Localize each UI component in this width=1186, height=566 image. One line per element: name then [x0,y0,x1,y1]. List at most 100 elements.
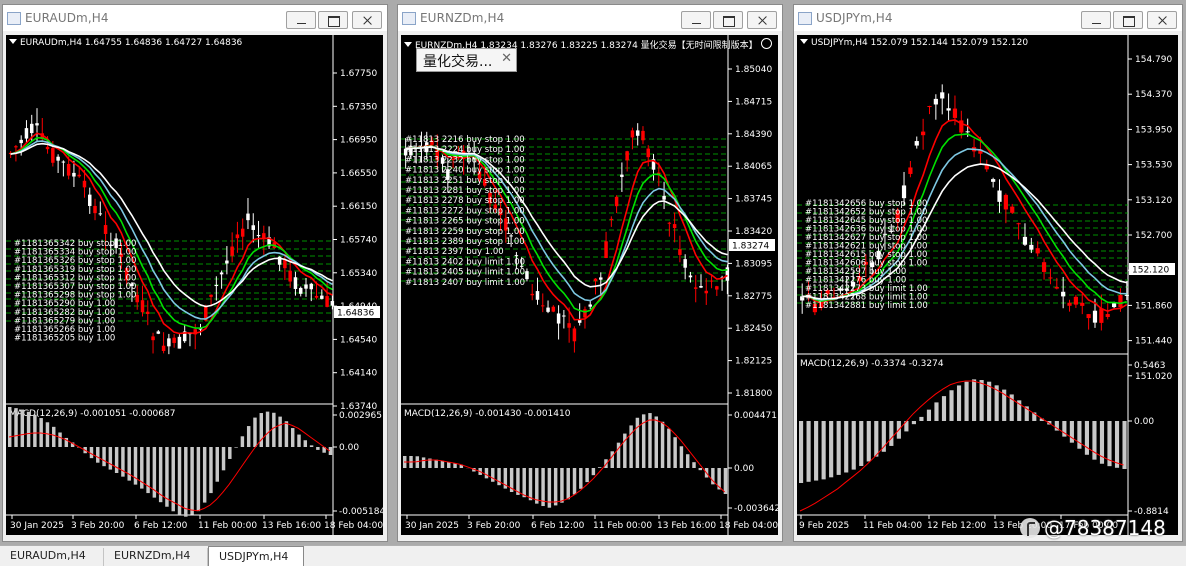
macd-histogram-bar [679,446,684,468]
candle-body [146,311,150,315]
candle-body [82,180,87,188]
macd-histogram-bar [698,468,703,471]
window-titlebar[interactable]: EURAUDm,H4 [3,5,387,31]
window-titlebar[interactable]: EURNZDm,H4 [398,5,782,31]
chart-window-usdjpy[interactable]: USDJPYm,H4 USDJPYm,H4 152.079 152.144 15… [793,4,1183,542]
candle-body [704,290,709,294]
macd-histogram-bar [566,468,570,500]
ea-popup-window[interactable]: 量化交易... ✕ [416,48,517,72]
time-axis-label: 9 Feb 2025 [799,521,849,531]
order-label: #11813 2389 buy stop 1.00 [405,237,525,247]
dropdown-triangle-icon[interactable] [800,39,808,44]
candle-body [167,338,171,347]
macd-histogram-bar [253,417,257,447]
chart-canvas[interactable]: 1.85040 1.84715 1.84390 1.84065 1.83745 1.834… [401,35,778,535]
candle-body [927,106,932,108]
macd-histogram-bar [919,416,924,421]
maximize-button[interactable] [713,11,743,29]
macd-histogram-bar [911,421,916,425]
chart-canvas[interactable]: 1.67750 1.67350 1.66950 1.66550 1.66150 1.657… [6,35,383,535]
maximize-button[interactable] [1113,11,1143,29]
macd-signal-line [799,380,1124,512]
candle-body [246,213,250,221]
minimize-button[interactable] [1081,11,1111,29]
chart-tab-bar: EURAUDm,H4 EURNZDm,H4 USDJPYm,H4 [0,545,1186,566]
time-axis-label: 30 Jan 2025 [10,521,64,531]
candle-body [45,146,50,150]
candle-body [24,128,29,139]
macd-histogram-bar [1114,421,1120,468]
candle-body [940,92,945,99]
macd-histogram-bar [610,451,614,468]
price-chart[interactable]: EURAUDm,H4 1.64755 1.64836 1.64727 1.648… [6,35,383,535]
macd-histogram-bar [33,414,37,447]
candle-body [1092,310,1098,323]
price-tick-label: 1.67750 [340,69,377,79]
close-button[interactable] [1147,11,1177,29]
candle-body [35,123,39,126]
price-tick-label: 151.860 [1135,301,1172,311]
price-tick-label: 1.64540 [340,335,377,345]
dropdown-triangle-icon[interactable] [404,42,412,47]
candle-body [535,291,540,300]
macd-histogram-bar [440,460,445,468]
candle-body [103,225,108,234]
macd-histogram-bar [184,447,188,517]
time-axis-label: 11 Feb 00:00 [198,521,257,531]
time-axis-label: 18 Feb 04:00 [719,521,778,531]
chart-header-text: EURAUDm,H4 1.64755 1.64836 1.64727 1.648… [20,38,243,48]
candle-body [641,130,645,141]
macd-histogram-bar [221,447,226,471]
candle-body [251,225,255,230]
window-titlebar[interactable]: USDJPYm,H4 [794,5,1182,31]
price-tick-label: 1.82775 [735,292,772,302]
close-button[interactable] [352,11,382,29]
candle-body [61,161,66,163]
tab-usdjpy[interactable]: USDJPYm,H4 [208,546,304,566]
macd-histogram-bar [667,428,671,468]
dropdown-triangle-icon[interactable] [9,39,17,44]
macd-histogram-bar [799,421,804,483]
price-tick-label: 1.66550 [340,169,377,179]
order-label: #11813 2397 buy 1.00 [405,247,504,257]
candle-body [914,141,919,146]
price-tick-label: 1.81800 [735,389,772,399]
order-label: #1181342881 buy limit 1.00 [805,301,928,311]
candle-body [551,306,556,312]
time-axis-label: 30 Jan 2025 [405,521,459,531]
current-price-label: 1.64836 [337,309,374,319]
candle-body [556,313,561,324]
candle-body [304,284,308,289]
candle-body [1124,294,1129,296]
macd-histogram-bar [14,408,18,447]
price-chart[interactable]: EURNZDm,H4 1.83234 1.83276 1.83225 1.832… [401,35,778,535]
macd-histogram-bar [96,447,100,463]
candle-body [309,283,314,290]
close-button[interactable] [747,11,777,29]
chart-window-euraud[interactable]: EURAUDm,H4 EURAUDm,H4 1.64755 1.64836 1.… [2,4,388,542]
time-axis-label: 13 Feb 16:00 [262,521,321,531]
candle-body [98,213,103,215]
price-tick-label: 153.120 [1135,196,1172,206]
chart-canvas[interactable]: 154.790 154.370 153.950 153.530 153.120 152.7… [797,35,1178,535]
macd-histogram-bar [949,390,954,421]
macd-histogram-bar [421,457,426,468]
maximize-button[interactable] [318,11,348,29]
minimize-button[interactable] [286,11,316,29]
macd-histogram-bar [209,447,213,494]
candle-body [235,234,240,239]
macd-histogram-bar [844,421,849,473]
candle-body [952,108,958,118]
minimize-button[interactable] [681,11,711,29]
tab-euraud[interactable]: EURAUDm,H4 [0,548,104,566]
tab-eurnzd[interactable]: EURNZDm,H4 [104,548,208,566]
macd-histogram-bar [316,447,320,450]
order-label: #11813 2281 buy stop 1.00 [405,186,525,196]
candle-body [225,260,229,264]
macd-histogram-bar [234,447,238,448]
order-label: #11813 2278 buy stop 1.00 [405,196,525,206]
popup-close-icon[interactable]: ✕ [501,51,512,66]
price-chart[interactable]: USDJPYm,H4 152.079 152.144 152.079 152.1… [797,35,1178,535]
time-axis-label: 6 Feb 12:00 [531,521,585,531]
chart-window-eurnzd[interactable]: EURNZDm,H4 EURNZDm,H4 1.83234 1.83276 1.… [397,4,783,542]
